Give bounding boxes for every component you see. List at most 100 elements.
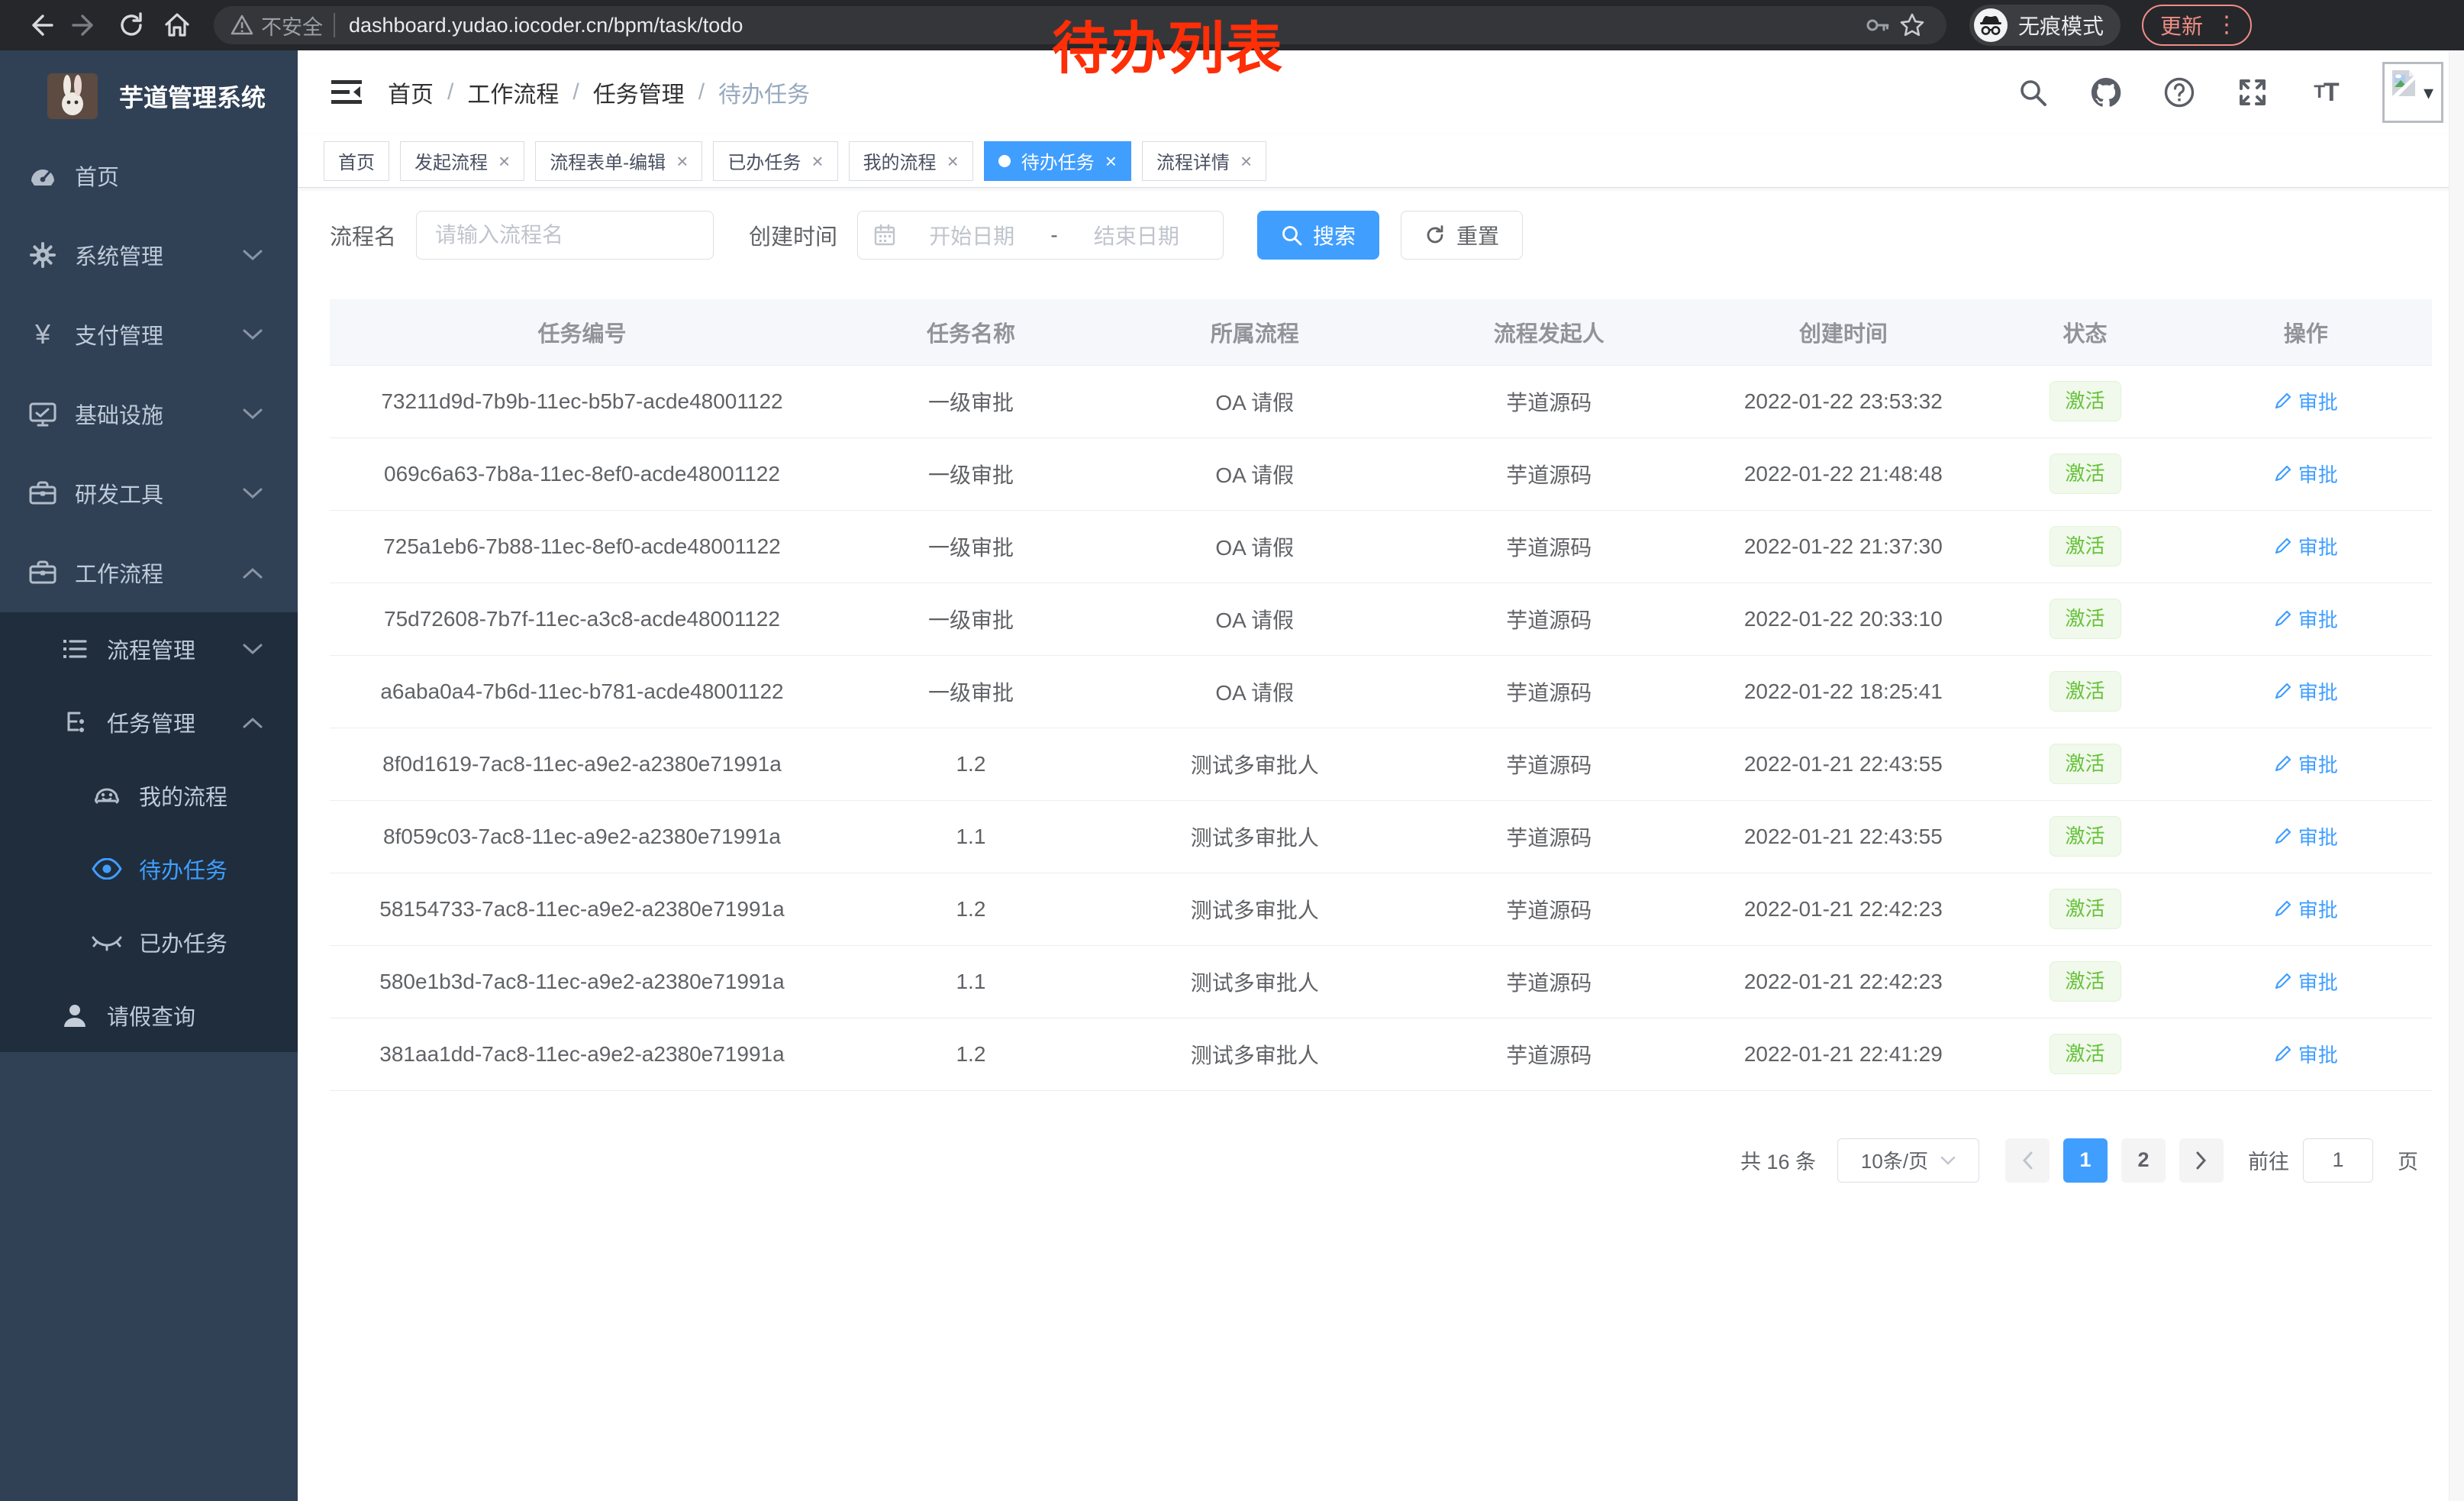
cell-create-time: 2022-01-21 22:43:55 (1696, 728, 1991, 800)
task-table-wrap: 任务编号 任务名称 所属流程 流程发起人 创建时间 状态 操作 73211d9d… (298, 260, 2464, 1091)
close-icon[interactable]: × (498, 151, 510, 171)
approve-link[interactable]: 审批 (2274, 532, 2338, 560)
tab-label: 首页 (338, 147, 375, 174)
page-size-select[interactable]: 10条/页 (1837, 1138, 1979, 1183)
approve-link[interactable]: 审批 (2274, 1040, 2338, 1068)
reset-button[interactable]: 重置 (1401, 211, 1523, 260)
scrollbar-gutter[interactable] (2449, 50, 2464, 1501)
breadcrumb-task-mgmt[interactable]: 任务管理 (593, 76, 685, 109)
page-button-1[interactable]: 1 (2063, 1138, 2108, 1183)
approve-link[interactable]: 审批 (2274, 750, 2338, 778)
breadcrumb-home[interactable]: 首页 (388, 76, 434, 109)
font-size-icon[interactable]: TT (2309, 76, 2343, 109)
update-label[interactable]: 更新 (2160, 10, 2203, 40)
tab-my-process[interactable]: 我的流程 × (849, 141, 973, 181)
approve-link[interactable]: 审批 (2274, 895, 2338, 923)
sidebar-item-process-mgmt[interactable]: 流程管理 (0, 612, 298, 686)
cell-task-id: 725a1eb6-7b88-11ec-8ef0-acde48001122 (330, 510, 834, 583)
browser-menu-icon[interactable]: ⋮ (2215, 14, 2238, 37)
total-count: 共 16 条 (1740, 1145, 1816, 1175)
approve-link[interactable]: 审批 (2274, 605, 2338, 633)
browser-home-icon[interactable] (157, 5, 197, 45)
tab-home[interactable]: 首页 (324, 141, 389, 181)
yen-icon: ¥ (27, 321, 58, 348)
reset-button-label: 重置 (1456, 220, 1499, 250)
tab-process-detail[interactable]: 流程详情 × (1142, 141, 1266, 181)
sidebar-item-todo-tasks[interactable]: 待办任务 (0, 832, 298, 905)
cell-create-time: 2022-01-22 20:33:10 (1696, 583, 1991, 655)
status-badge: 激活 (2050, 1034, 2121, 1074)
search-icon[interactable] (2016, 76, 2050, 109)
process-name-input[interactable] (416, 211, 714, 260)
sidebar-item-infrastructure[interactable]: 基础设施 (0, 374, 298, 454)
eye-closed-icon (92, 933, 122, 951)
sidebar-item-payment[interactable]: ¥ 支付管理 (0, 295, 298, 374)
sidebar-item-home[interactable]: 首页 (0, 136, 298, 215)
close-icon[interactable]: × (947, 151, 959, 171)
sidebar-item-devtools[interactable]: 研发工具 (0, 454, 298, 533)
sidebar-item-leave-query[interactable]: 请假查询 (0, 979, 298, 1052)
bookmark-star-icon[interactable] (1895, 8, 1930, 43)
sidebar-item-task-mgmt[interactable]: 任务管理 (0, 686, 298, 759)
status-badge: 激活 (2050, 671, 2121, 712)
avatar[interactable] (2382, 62, 2443, 123)
browser-back-icon[interactable] (20, 5, 60, 45)
sidebar-item-my-process[interactable]: 我的流程 (0, 759, 298, 832)
browser-reload-icon[interactable] (111, 5, 151, 45)
tab-process-form-edit[interactable]: 流程表单-编辑 × (535, 141, 702, 181)
approve-link[interactable]: 审批 (2274, 677, 2338, 705)
help-icon[interactable] (2162, 76, 2196, 109)
close-icon[interactable]: × (1105, 151, 1117, 171)
sidebar-item-system[interactable]: 系统管理 (0, 215, 298, 295)
date-range-picker[interactable]: 开始日期 - 结束日期 (857, 211, 1224, 260)
breadcrumb-separator: / (572, 79, 579, 105)
tab-todo-tasks[interactable]: 待办任务 × (984, 141, 1131, 181)
prev-page-button[interactable] (2005, 1138, 2050, 1183)
search-icon (1281, 224, 1302, 246)
tab-done-tasks[interactable]: 已办任务 × (713, 141, 837, 181)
not-secure-label[interactable]: 不安全 (261, 11, 323, 40)
cell-process: 测试多审批人 (1108, 728, 1402, 800)
cell-task-name: 一级审批 (834, 365, 1108, 437)
table-header-row: 任务编号 任务名称 所属流程 流程发起人 创建时间 状态 操作 (330, 299, 2432, 365)
sidebar-item-done-tasks[interactable]: 已办任务 (0, 905, 298, 979)
sidebar-collapse-icon[interactable] (328, 74, 365, 111)
close-icon[interactable]: × (676, 151, 688, 171)
approve-link[interactable]: 审批 (2274, 822, 2338, 851)
approve-link[interactable]: 审批 (2274, 387, 2338, 415)
fullscreen-icon[interactable] (2236, 76, 2269, 109)
cell-task-id: 58154733-7ac8-11ec-a9e2-a2380e71991a (330, 873, 834, 945)
goto-page-input[interactable] (2303, 1138, 2373, 1183)
chevron-down-icon (243, 329, 263, 344)
password-key-icon[interactable] (1859, 8, 1895, 43)
next-page-button[interactable] (2179, 1138, 2224, 1183)
caret-down-icon[interactable]: ▾ (2424, 81, 2433, 105)
sidebar-item-label: 我的流程 (139, 780, 227, 812)
start-date-placeholder[interactable]: 开始日期 (901, 220, 1043, 250)
toolbox-icon (27, 479, 58, 508)
chevron-down-icon (243, 408, 263, 424)
page-button-2[interactable]: 2 (2121, 1138, 2166, 1183)
approve-link[interactable]: 审批 (2274, 460, 2338, 488)
tab-start-process[interactable]: 发起流程 × (400, 141, 524, 181)
chevron-left-icon (2021, 1151, 2033, 1170)
cell-initiator: 芋道源码 (1402, 510, 1697, 583)
github-icon[interactable] (2089, 76, 2123, 109)
end-date-placeholder[interactable]: 结束日期 (1066, 220, 1208, 250)
browser-update-button[interactable]: 更新 ⋮ (2142, 5, 2252, 46)
cell-task-name: 一级审批 (834, 583, 1108, 655)
search-button[interactable]: 搜索 (1257, 211, 1379, 260)
approve-link[interactable]: 审批 (2274, 967, 2338, 996)
cell-initiator: 芋道源码 (1402, 655, 1697, 728)
breadcrumb-workflow[interactable]: 工作流程 (467, 76, 559, 109)
broken-image-icon (2389, 69, 2418, 98)
close-icon[interactable]: × (1240, 151, 1252, 171)
user-menu[interactable]: ▾ (2382, 62, 2433, 123)
chevron-up-icon (243, 567, 263, 583)
close-icon[interactable]: × (811, 151, 823, 171)
browser-forward-icon[interactable] (66, 5, 105, 45)
user-icon (60, 1002, 90, 1029)
sidebar-item-workflow[interactable]: 工作流程 (0, 533, 298, 612)
edit-icon (2274, 392, 2292, 410)
cell-task-id: a6aba0a4-7b6d-11ec-b781-acde48001122 (330, 655, 834, 728)
